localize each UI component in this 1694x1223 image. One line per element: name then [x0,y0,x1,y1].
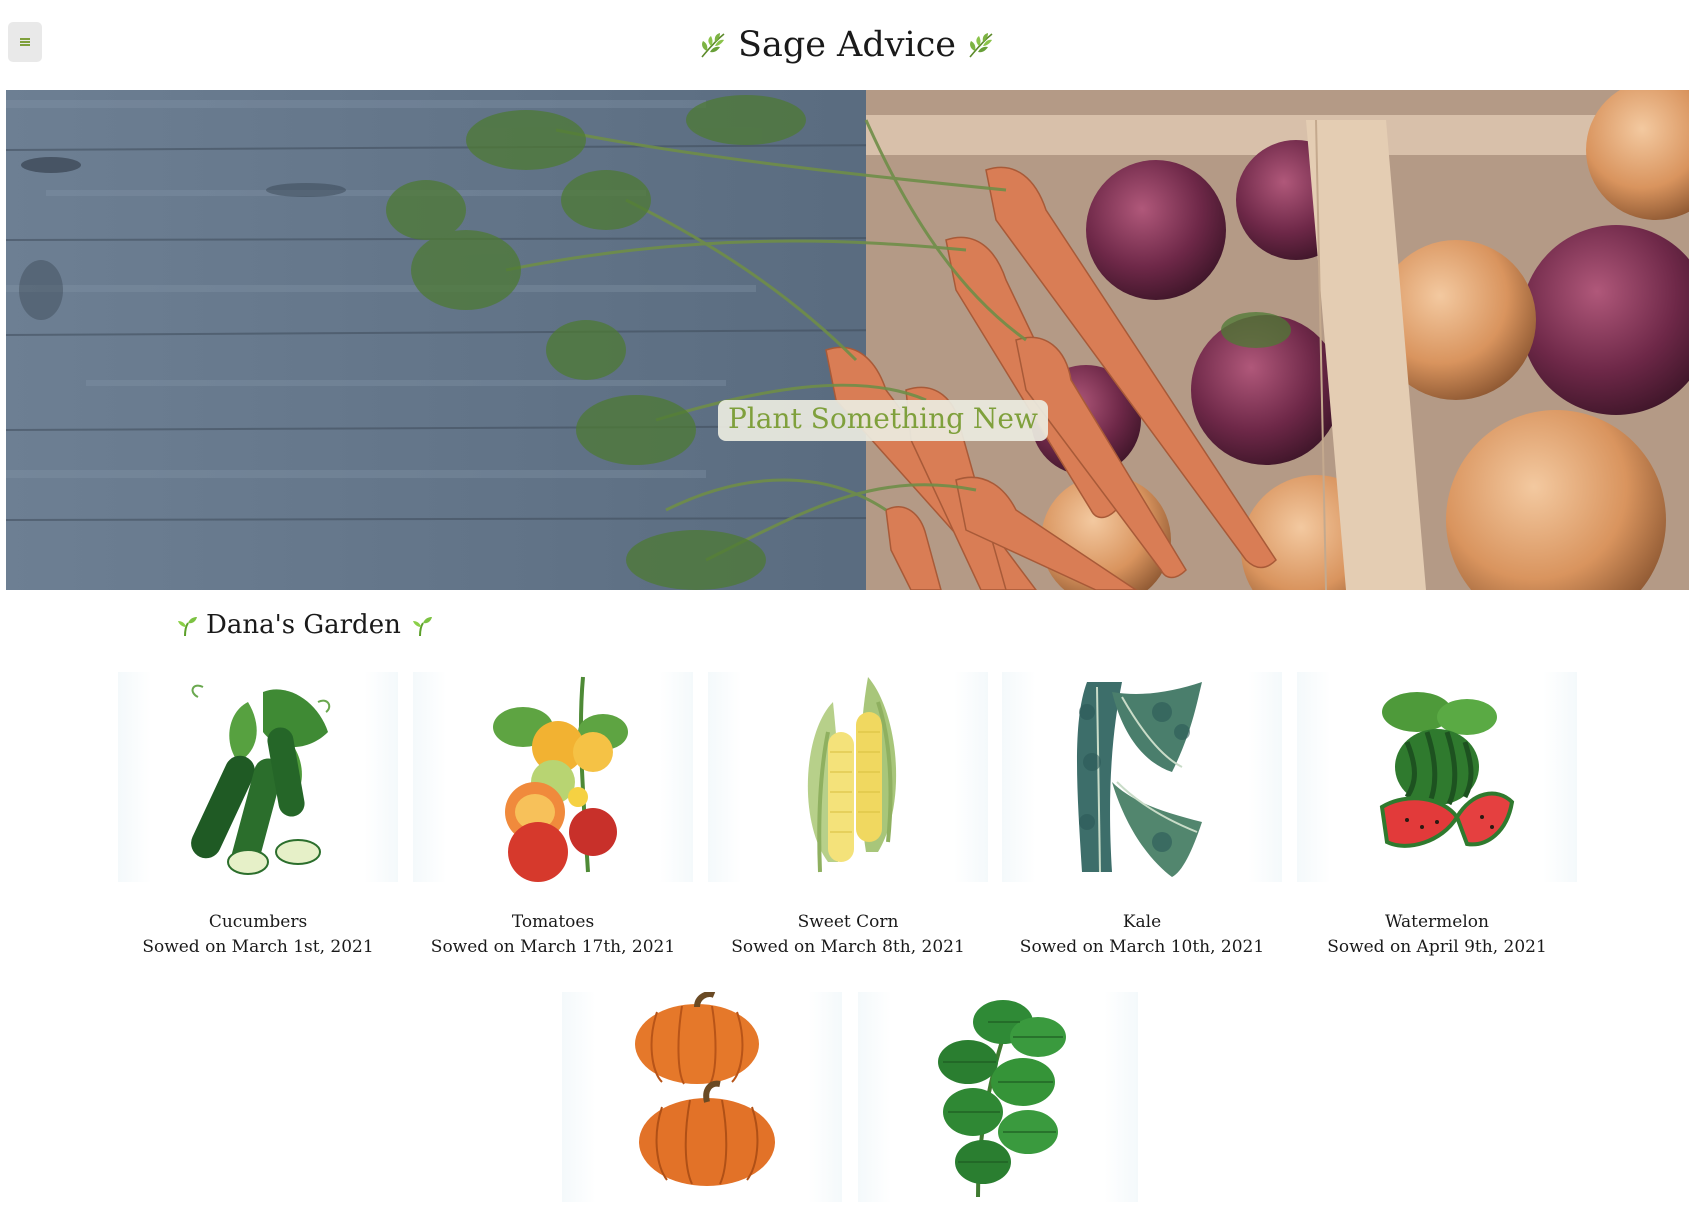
plant-card-kale[interactable]: Kale Sowed on March 10th, 2021 [1002,672,1282,960]
plant-sowed-date: Sowed on April 9th, 2021 [1327,937,1547,957]
plant-sowed-date: Sowed on March 8th, 2021 [731,937,965,957]
site-header: Sage Advice [0,22,1694,68]
page: Sage Advice Plant Something New Dana's G… [0,0,1694,1223]
plant-image [1002,672,1282,882]
hero-banner: Plant Something New [6,90,1689,590]
hero-label[interactable]: Plant Something New [718,400,1048,441]
kale-illustration [1077,682,1202,877]
plant-name: Kale [1122,912,1162,932]
seedling-icon [412,617,432,637]
plant-image [858,992,1138,1202]
plant-name: Sweet Corn [797,912,899,932]
cucumber-illustration [191,684,331,875]
plant-sowed-date: Sowed on March 10th, 2021 [1019,937,1265,957]
plant-name: Watermelon [1385,912,1489,932]
plant-image [118,672,398,882]
plant-image [413,672,693,882]
plant-card-sweet-corn[interactable]: Sweet Corn Sowed on March 8th, 2021 [708,672,988,960]
plant-card-pumpkin[interactable] [562,992,842,1202]
basil-illustration [938,1000,1066,1198]
pumpkin-illustration [635,992,775,1186]
watermelon-illustration [1379,692,1515,848]
plant-sowed-date: Sowed on March 17th, 2021 [430,937,676,957]
plant-card-tomatoes[interactable]: Tomatoes Sowed on March 17th, 2021 [413,672,693,960]
plant-card-watermelon[interactable]: Watermelon Sowed on April 9th, 2021 [1297,672,1577,960]
site-title: Sage Advice [737,25,957,65]
plant-name: Cucumbers [208,912,308,932]
seedling-icon [178,617,197,637]
plant-image [708,672,988,882]
plant-image [1297,672,1577,882]
herb-leaf-icon [969,33,993,58]
plant-image [562,992,842,1202]
herb-leaf-icon [701,33,725,58]
corn-illustration [807,677,897,873]
plant-card-basil[interactable] [858,992,1138,1202]
garden-heading: Dana's Garden [174,608,433,642]
plant-name: Tomatoes [511,912,595,932]
plant-sowed-date: Sowed on March 1st, 2021 [142,937,374,957]
plant-card-cucumbers[interactable]: Cucumbers Sowed on March 1st, 2021 [118,672,398,960]
tomato-illustration [493,676,628,882]
carrots-and-onions-basket-photo [6,90,1689,590]
garden-title: Dana's Garden [206,610,401,640]
